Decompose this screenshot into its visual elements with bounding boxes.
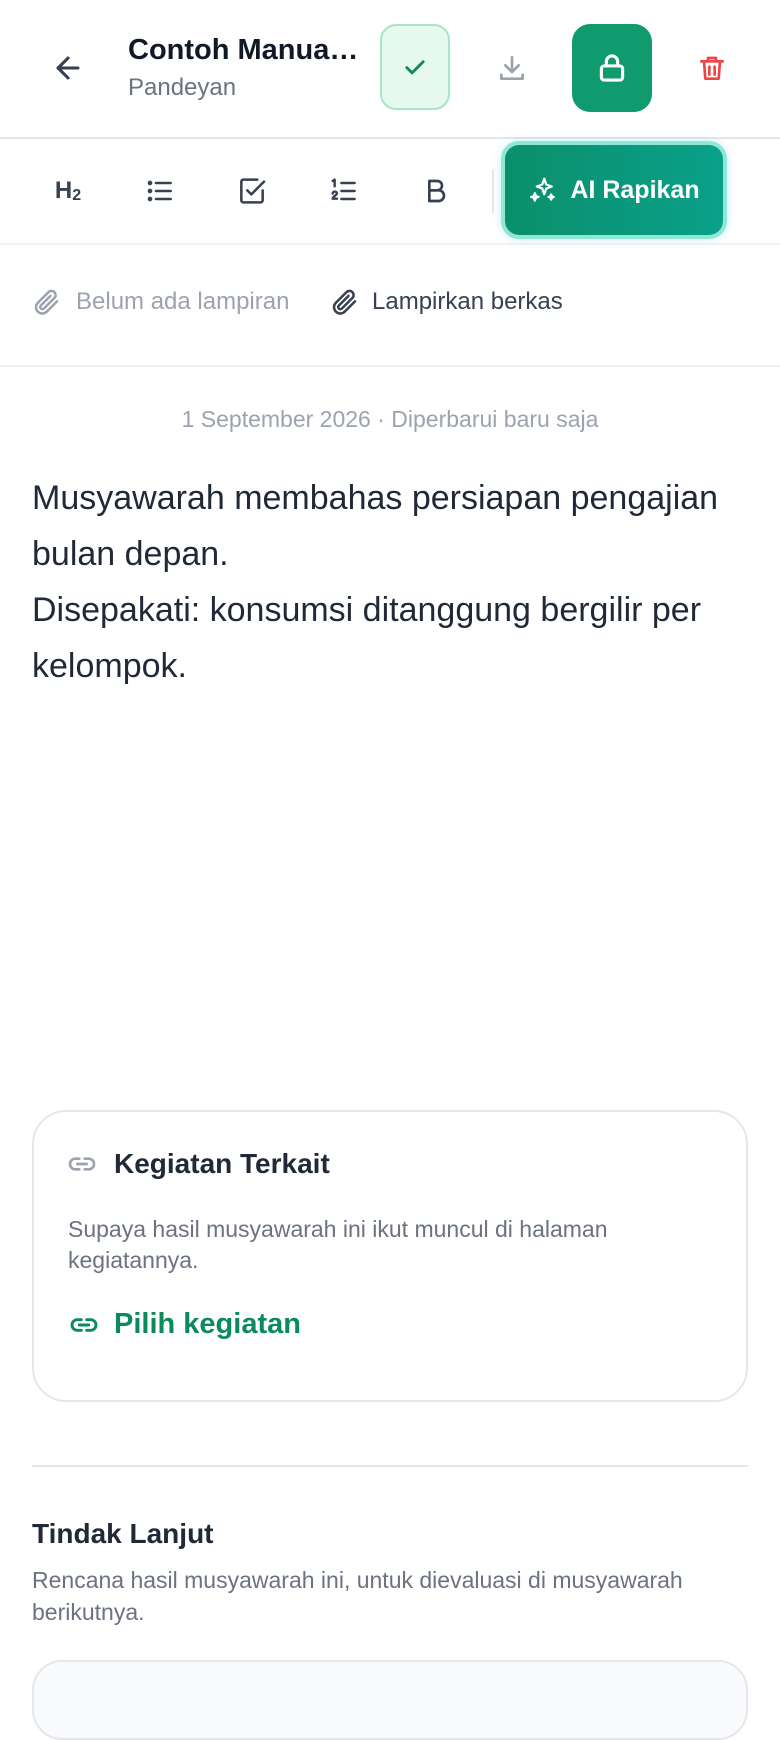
back-button[interactable]: [44, 44, 92, 92]
arrow-left-icon: [51, 51, 85, 85]
heading-2-button[interactable]: H2: [40, 163, 96, 219]
lock-icon: [595, 51, 629, 85]
delete-button[interactable]: [676, 30, 748, 106]
note-line: Musyawarah membahas persiapan pengajian …: [32, 479, 719, 573]
ai-rapikan-button[interactable]: AI Rapikan: [505, 145, 723, 235]
download-icon: [496, 52, 528, 84]
attachments-empty-label: Belum ada lampiran: [76, 288, 290, 315]
attach-file-label: Lampirkan berkas: [372, 288, 563, 315]
ai-rapikan-label: AI Rapikan: [570, 175, 700, 204]
follow-up-input[interactable]: [32, 1660, 748, 1740]
note-line: Disepakati: konsumsi ditanggung bergilir…: [32, 591, 702, 685]
section-divider: [32, 1465, 748, 1467]
heading-icon: H2: [54, 177, 82, 204]
note-meta: 1 September 2026 · Diperbarui baru saja: [181, 406, 599, 432]
link-icon: [66, 1148, 98, 1180]
save-button[interactable]: [380, 24, 450, 110]
page-subtitle: Pandeyan: [128, 74, 237, 101]
lock-button[interactable]: [572, 24, 652, 112]
bold-icon: [420, 175, 452, 207]
trash-icon: [696, 52, 728, 84]
attach-file-button[interactable]: Lampirkan berkas: [330, 287, 563, 317]
check-icon: [401, 53, 429, 81]
paperclip-icon: [32, 287, 62, 317]
download-button[interactable]: [478, 30, 546, 106]
related-activity-header: Kegiatan Terkait: [66, 1148, 330, 1180]
numbered-list-icon: [328, 175, 360, 207]
attachments-row: Belum ada lampiran Lampirkan berkas: [0, 245, 780, 367]
toolbar-divider: [492, 169, 494, 213]
link-icon: [68, 1309, 100, 1341]
related-activity-card: Kegiatan Terkait Supaya hasil musyawarah…: [32, 1110, 748, 1402]
checkbox-icon: [236, 175, 268, 207]
bullet-list-icon: [144, 175, 176, 207]
page-title: Contoh Manual ...: [128, 34, 364, 66]
follow-up-description: Rencana hasil musyawarah ini, untuk diev…: [32, 1567, 683, 1625]
paperclip-icon: [330, 287, 360, 317]
choose-activity-link[interactable]: Pilih kegiatan: [68, 1308, 301, 1341]
related-activity-description: Supaya hasil musyawarah ini ikut muncul …: [68, 1216, 608, 1273]
attachments-empty-state: Belum ada lampiran: [32, 287, 289, 317]
bullet-list-button[interactable]: [132, 163, 188, 219]
choose-activity-label: Pilih kegiatan: [114, 1308, 301, 1340]
bold-button[interactable]: [408, 163, 464, 219]
follow-up-title: Tindak Lanjut: [32, 1518, 214, 1549]
related-activity-title: Kegiatan Terkait: [114, 1148, 330, 1179]
sparkle-icon: [528, 175, 558, 205]
checklist-button[interactable]: [224, 163, 280, 219]
app-header: Contoh Manual ... Pandeyan: [0, 0, 780, 139]
note-editor[interactable]: Musyawarah membahas persiapan pengajian …: [32, 470, 752, 694]
numbered-list-button[interactable]: [316, 163, 372, 219]
